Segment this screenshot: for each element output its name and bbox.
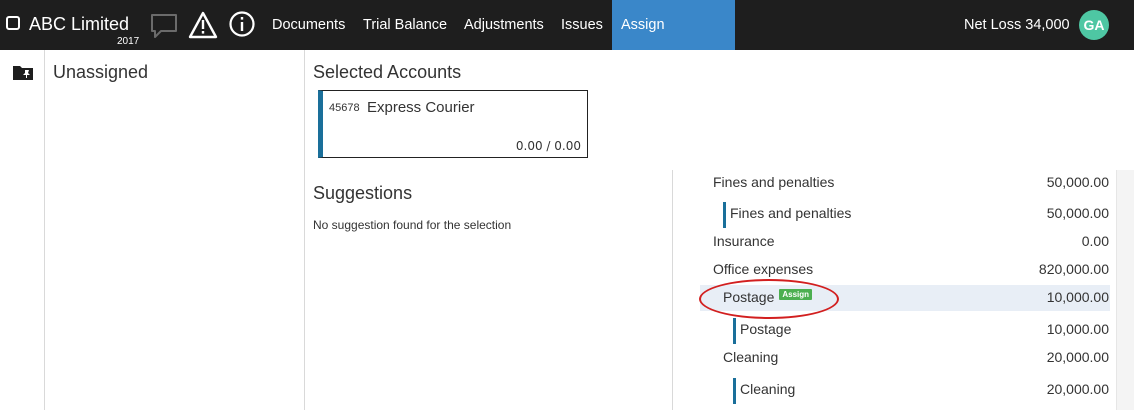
tree-row-name: Office expenses <box>713 261 814 277</box>
tab-assign-accounts[interactable]: Assign Accounts <box>612 0 735 83</box>
tree-row-name: Insurance <box>713 233 775 249</box>
top-bar: ABC Limited 2017 Documents Trial Balance… <box>0 0 1134 83</box>
selected-account-card[interactable]: 45678 Express Courier 0.00 / 0.00 <box>318 90 588 158</box>
company-name[interactable]: ABC Limited <box>29 14 129 35</box>
tree-row[interactable]: Cleaning 20,000.00 <box>700 377 1110 404</box>
tab-issues[interactable]: Issues <box>552 0 612 50</box>
company-year: 2017 <box>117 36 140 47</box>
column-divider <box>672 170 673 410</box>
tree-row-amount: 20,000.00 <box>1046 349 1109 365</box>
tab-trial-balance[interactable]: Trial Balance <box>354 0 456 50</box>
account-code: 45678 <box>329 102 360 114</box>
leaf-marker <box>733 318 736 344</box>
tree-row-amount: 10,000.00 <box>1046 321 1109 337</box>
tree-row[interactable]: Fines and penalties 50,000.00 <box>700 170 1110 196</box>
net-loss-indicator: Net Loss 34,000 <box>964 17 1070 33</box>
tree-row-amount: 50,000.00 <box>1046 174 1109 190</box>
tree-row-amount: 0.00 <box>1081 233 1109 249</box>
tree-row-name: Cleaning <box>740 381 796 397</box>
tree-row[interactable]: Cleaning 20,000.00 <box>700 345 1110 371</box>
suggestions-title: Suggestions <box>313 183 413 203</box>
warning-icon[interactable] <box>188 11 218 39</box>
unassigned-panel: Unassigned <box>45 50 305 410</box>
account-amount: 0.00 / 0.00 <box>515 139 581 153</box>
scrollbar[interactable] <box>1116 170 1134 410</box>
tree-row-name: Fines and penalties <box>713 174 835 190</box>
suggestions-empty-text: No suggestion found for the selection <box>313 218 512 232</box>
left-rail <box>0 50 45 410</box>
tree-row-name: Fines and penalties <box>730 205 852 221</box>
leaf-marker <box>733 378 736 404</box>
chat-icon[interactable] <box>150 13 178 39</box>
avatar[interactable]: GA <box>1079 10 1109 40</box>
tree-row-amount: 50,000.00 <box>1046 205 1109 221</box>
selected-accounts-title: Selected Accounts <box>313 62 462 82</box>
tree-row-amount: 10,000.00 <box>1046 289 1109 305</box>
tab-documents[interactable]: Documents <box>263 0 354 50</box>
tree-row[interactable]: Postage 10,000.00 <box>700 317 1110 344</box>
tree-row[interactable]: Insurance 0.00 <box>700 229 1110 255</box>
annotation-circle <box>699 279 839 319</box>
unassigned-title: Unassigned <box>53 62 149 82</box>
tree-row-amount: 20,000.00 <box>1046 381 1109 397</box>
tree-row[interactable]: Fines and penalties 50,000.00 <box>700 201 1110 228</box>
tab-adjustments[interactable]: Adjustments <box>455 0 553 50</box>
tree-row-amount: 820,000.00 <box>1038 261 1109 277</box>
tree-row-name: Cleaning <box>723 349 779 365</box>
folder-pin-icon[interactable] <box>12 63 34 81</box>
info-icon[interactable] <box>229 11 255 37</box>
leaf-marker <box>723 202 726 228</box>
account-name: Express Courier <box>367 99 475 116</box>
tree-row-name: Postage <box>740 321 792 337</box>
company-checkbox-icon[interactable] <box>6 16 20 30</box>
